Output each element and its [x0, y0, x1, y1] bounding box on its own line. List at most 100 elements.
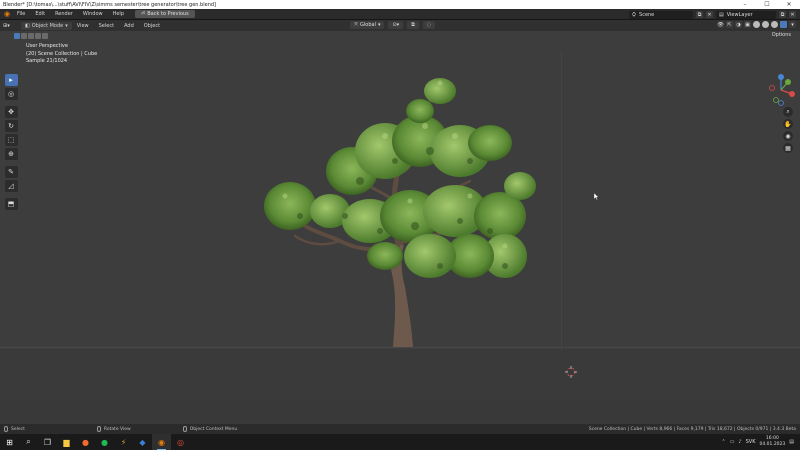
menu-view[interactable]: View [72, 23, 94, 29]
shield-app-icon[interactable]: ◆ [133, 434, 152, 450]
chrome-icon[interactable]: ◎ [171, 434, 190, 450]
minimize-button[interactable]: – [734, 0, 756, 9]
menu-render[interactable]: Render [50, 11, 78, 17]
new-view-layer-icon[interactable]: ⧉ [779, 11, 786, 18]
select-extend-icon[interactable] [21, 32, 27, 39]
transform-orientation-dropdown[interactable]: ⤧ Global ▾ [350, 21, 385, 29]
scene-statistics: Scene Collection | Cube | Verts 8,966 | … [588, 426, 796, 432]
navigation-buttons: ⌕ ✋ ◉ ▦ [783, 107, 793, 153]
rendered-shading-icon[interactable] [780, 21, 787, 28]
status-rotate: Rotate View [96, 426, 131, 432]
tree-render[interactable] [0, 31, 800, 424]
mouse-pointer-icon [594, 193, 599, 200]
pan-hand-icon[interactable]: ✋ [783, 119, 793, 129]
active-object-label: (20) Scene Collection | Cube [26, 50, 98, 57]
firefox-icon[interactable]: ● [76, 434, 95, 450]
mouse-left-icon [4, 426, 8, 432]
object-mode-label: Object Mode [31, 22, 64, 29]
blender-logo-icon[interactable]: ◉ [2, 10, 12, 18]
transform-tool-icon[interactable]: ⊕ [4, 148, 18, 160]
menu-select[interactable]: Select [94, 23, 119, 29]
menu-help[interactable]: Help [108, 11, 129, 17]
status-bar: Select Rotate View Object Context Menu S… [0, 424, 800, 434]
top-menubar: ◉ File Edit Render Window Help ⏎ Back to… [0, 9, 800, 20]
select-new-icon[interactable] [14, 32, 20, 39]
navigation-gizmo[interactable] [766, 72, 796, 108]
material-preview-icon[interactable] [771, 21, 778, 28]
status-context: Object Context Menu [182, 426, 238, 432]
search-icon[interactable]: ⌕ [19, 434, 38, 450]
network-icon[interactable]: ▭ [730, 439, 735, 445]
menu-window[interactable]: Window [78, 11, 108, 17]
options-dropdown[interactable]: Options [768, 31, 794, 39]
menu-add[interactable]: Add [119, 23, 139, 29]
visibility-icon[interactable]: 👁 [717, 21, 724, 28]
wireframe-shading-icon[interactable] [753, 21, 760, 28]
system-tray: ⌃ ▭ ♪ SVK 16:00 04.01.2023 ▤ [721, 434, 800, 450]
os-taskbar: ⊞ ⌕ ❐ ▆ ● ● ⚡ ◆ ◉ ◎ ⌃ ▭ ♪ SVK 16:00 04.0… [0, 434, 800, 450]
view-layer-selector[interactable]: ▤ ViewLayer [716, 10, 776, 19]
spotify-icon[interactable]: ● [95, 434, 114, 450]
view-layer-icon: ▤ [719, 11, 724, 18]
task-view-icon[interactable]: ❐ [38, 434, 57, 450]
scale-tool-icon[interactable]: ⬚ [4, 134, 18, 146]
winamp-icon[interactable]: ⚡ [114, 434, 133, 450]
perspective-grid-icon[interactable]: ▦ [783, 143, 793, 153]
file-explorer-icon[interactable]: ▆ [57, 434, 76, 450]
transform-controls: ⤧ Global ▾ ⊙▾ ⧉ ◌ [350, 21, 436, 29]
status-rotate-label: Rotate View [103, 426, 131, 432]
tool-shelf: ▸ ◎ ✥ ↻ ⬚ ⊕ ✎ ◿ ⬒ [4, 74, 18, 210]
back-to-previous-button[interactable]: ⏎ Back to Previous [135, 10, 195, 18]
pivot-point-dropdown[interactable]: ⊙▾ [388, 21, 404, 29]
shading-controls: 👁 ⇱ ◑ ▣ ▾ [717, 21, 796, 28]
viewport-info: User Perspective (20) Scene Collection |… [26, 43, 97, 66]
cursor-tool-icon[interactable]: ◎ [4, 88, 18, 100]
move-tool-icon[interactable]: ✥ [4, 106, 18, 118]
proportional-edit-icon[interactable]: ◌ [422, 21, 436, 29]
gizmo-toggle-icon[interactable]: ⇱ [726, 21, 733, 28]
menu-edit[interactable]: Edit [30, 11, 50, 17]
status-context-label: Object Context Menu [189, 426, 238, 432]
solid-shading-icon[interactable] [762, 21, 769, 28]
status-select: Select [4, 426, 25, 432]
zoom-icon[interactable]: ⌕ [783, 107, 793, 117]
menu-object[interactable]: Object [139, 23, 165, 29]
start-menu-icon[interactable]: ⊞ [0, 434, 19, 450]
scene-selector[interactable]: ⛭ Scene [629, 10, 693, 19]
rotate-tool-icon[interactable]: ↻ [4, 120, 18, 132]
select-invert-icon[interactable] [35, 32, 41, 39]
overlay-toggle-icon[interactable]: ◑ [735, 21, 742, 28]
back-to-previous-label: Back to Previous [147, 11, 189, 17]
shading-options-icon[interactable]: ▾ [789, 21, 796, 28]
volume-icon[interactable]: ♪ [738, 439, 741, 445]
clock[interactable]: 16:00 04.01.2023 [760, 436, 786, 448]
scene-controls: ⛭ Scene ⧉ ✕ ▤ ViewLayer ⧉ ✕ [629, 9, 800, 20]
measure-tool-icon[interactable]: ◿ [4, 180, 18, 192]
editor-type-icon[interactable]: ⊞▾ [3, 22, 17, 30]
blender-taskbar-icon[interactable]: ◉ [152, 434, 171, 450]
orientation-icon: ⤧ [354, 22, 359, 28]
delete-view-layer-icon[interactable]: ✕ [789, 11, 796, 18]
select-box-tool-icon[interactable]: ▸ [4, 74, 18, 86]
select-subtract-icon[interactable] [28, 32, 34, 39]
snap-toggle-icon[interactable]: ⧉ [407, 21, 419, 29]
delete-scene-icon[interactable]: ✕ [706, 11, 713, 18]
keyboard-language[interactable]: SVK [746, 439, 756, 445]
menu-file[interactable]: File [12, 11, 30, 17]
maximize-button[interactable]: ☐ [756, 0, 778, 9]
notification-icon[interactable]: ▤ [789, 439, 794, 445]
view-perspective-label: User Perspective [26, 43, 68, 49]
3d-cursor-icon[interactable] [565, 366, 577, 378]
transform-orientation-label: Global [360, 22, 376, 28]
annotate-tool-icon[interactable]: ✎ [4, 166, 18, 178]
new-scene-icon[interactable]: ⧉ [696, 11, 703, 18]
window-title: Blender* [D:\tomas\...\stuff\AVI\FIV\Z\s… [3, 1, 216, 8]
object-mode-dropdown[interactable]: ◧ Object Mode ▾ [21, 21, 72, 30]
xray-toggle-icon[interactable]: ▣ [744, 21, 751, 28]
close-button[interactable]: ✕ [778, 0, 800, 9]
3d-viewport[interactable]: User Perspective (20) Scene Collection |… [0, 31, 800, 424]
camera-view-icon[interactable]: ◉ [783, 131, 793, 141]
select-intersect-icon[interactable] [42, 32, 48, 39]
tray-chevron-icon[interactable]: ⌃ [721, 439, 725, 445]
add-cube-tool-icon[interactable]: ⬒ [4, 198, 18, 210]
